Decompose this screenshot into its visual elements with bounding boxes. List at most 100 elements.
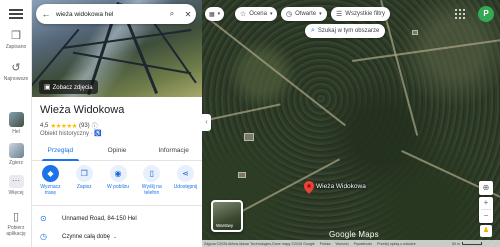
map-grid-icon: ▦ bbox=[209, 11, 215, 18]
place-title: Wieża Widokowa bbox=[40, 104, 125, 116]
filter-rating-label: Ocena bbox=[249, 11, 267, 17]
street-view-pegman-icon[interactable]: ♟ bbox=[480, 225, 492, 237]
place-thumbnail-zgierz bbox=[8, 143, 24, 158]
directions-icon: ◆ bbox=[42, 165, 59, 182]
rail-hel-label: Hel bbox=[12, 129, 20, 135]
tab-overview[interactable]: Przegląd bbox=[32, 143, 89, 161]
google-maps-logo: Google Maps bbox=[329, 230, 379, 239]
rail-get-app-label: Pobierz aplikację bbox=[6, 225, 26, 237]
save-button[interactable]: ❒ Zapisz bbox=[69, 165, 100, 196]
left-rail: ❒ Zapisano ↺ Najnowsze Hel Zgierz ⋯ Więc… bbox=[0, 0, 32, 247]
layers-label: Warstwy bbox=[216, 223, 234, 228]
clock-icon: ◷ bbox=[286, 11, 293, 18]
rail-recent-zgierz[interactable]: Zgierz bbox=[0, 143, 32, 166]
search-icon[interactable]: ⌕ bbox=[164, 9, 180, 19]
filter-all-label: Wszystkie filtry bbox=[345, 11, 385, 17]
search-this-area-button[interactable]: ⌕ Szukaj w tym obszarze bbox=[305, 24, 386, 38]
chevron-down-icon[interactable]: ⌄ bbox=[113, 234, 117, 240]
send-to-phone-label: Wyślij na telefon bbox=[141, 184, 162, 196]
rail-saved-label: Zapisano bbox=[5, 44, 27, 50]
send-to-phone-button[interactable]: ▯ Wyślij na telefon bbox=[136, 165, 167, 196]
history-icon: ↺ bbox=[11, 62, 21, 74]
avatar[interactable]: P bbox=[478, 6, 494, 22]
send-to-phone-icon: ▯ bbox=[143, 165, 161, 182]
place-panel: ▣ Zobacz zdjęcia Wieża Widokowa 4,5 ★★★★★… bbox=[32, 0, 202, 247]
attribution-text: Zdjęcia ©2026 Airbus,Maxar Technologies,… bbox=[204, 241, 315, 246]
close-icon[interactable]: ✕ bbox=[180, 10, 196, 19]
nearby-button[interactable]: ◉ W pobliżu bbox=[103, 165, 134, 196]
address-row[interactable]: ⊙ Unnamed Road, 84-150 Hel bbox=[40, 214, 137, 223]
location-pin-icon: ⊙ bbox=[40, 214, 47, 223]
rail-recent[interactable]: ↺ Najnowsze bbox=[0, 62, 32, 82]
zoom-in-button[interactable]: + bbox=[479, 197, 493, 209]
privacy-link[interactable]: Prywatność bbox=[354, 242, 373, 246]
bookmark-icon: ❒ bbox=[11, 30, 21, 42]
see-photos-label: Zobacz zdjęcia bbox=[52, 85, 93, 91]
rail-recent-label: Najnowsze bbox=[3, 76, 29, 82]
save-label: Zapisz bbox=[76, 184, 92, 190]
nearby-label: W pobliżu bbox=[107, 184, 129, 190]
filter-all[interactable]: ☰ Wszystkie filtry bbox=[331, 7, 390, 21]
rating-value: 4,5 bbox=[40, 122, 49, 129]
place-category[interactable]: Obiekt historyczny · ♿ bbox=[40, 130, 102, 137]
tab-reviews[interactable]: Opinie bbox=[89, 143, 146, 160]
rail-get-app[interactable]: ▯ Pobierz aplikację bbox=[0, 211, 32, 237]
search-this-area-label: Szukaj w tym obszarze bbox=[317, 28, 380, 34]
bookmark-icon: ❒ bbox=[75, 165, 93, 182]
directions-button[interactable]: ◆ Wyznacz trasę bbox=[35, 165, 66, 196]
chevron-down-icon: ▾ bbox=[319, 11, 322, 17]
location-target-icon: ⊕ bbox=[482, 183, 490, 192]
my-location-button[interactable]: ⊕ bbox=[479, 181, 493, 195]
hours-text: Czynne całą dobę bbox=[62, 233, 111, 240]
terms-link[interactable]: Warunki bbox=[336, 242, 349, 246]
hours-row[interactable]: ◷ Czynne całą dobę ⌄ bbox=[40, 232, 117, 241]
directions-label: Wyznacz trasę bbox=[40, 184, 61, 196]
map-scale[interactable]: 50 m bbox=[452, 240, 482, 247]
rating-stars: ★★★★★ bbox=[50, 122, 77, 130]
filter-open[interactable]: ◷ Otwarte ▾ bbox=[281, 7, 327, 21]
pin-label[interactable]: Wieża Widokowa bbox=[316, 183, 366, 190]
accessibility-icon[interactable]: ♿ bbox=[94, 131, 101, 137]
zoom-controls: + − bbox=[479, 197, 493, 223]
chevron-down-icon: ▾ bbox=[217, 11, 221, 17]
photo-icon: ▣ bbox=[44, 84, 51, 91]
review-count[interactable]: (93) bbox=[79, 123, 90, 129]
more-icon: ⋯ bbox=[8, 175, 24, 188]
place-thumbnail-hel bbox=[8, 112, 24, 127]
phone-icon: ▯ bbox=[12, 211, 20, 223]
scale-label: 50 m bbox=[452, 241, 460, 246]
place-actions: ◆ Wyznacz trasę ❒ Zapisz ◉ W pobliżu ▯ W… bbox=[35, 165, 201, 196]
back-arrow-icon[interactable]: ← bbox=[36, 9, 56, 19]
filter-open-label: Otwarte bbox=[295, 11, 317, 17]
star-icon: ☆ bbox=[240, 11, 247, 18]
feedback-link[interactable]: Prześlij opinię o usłudze bbox=[377, 242, 416, 246]
address-text: Unnamed Road, 84-150 Hel bbox=[62, 215, 137, 222]
country-link[interactable]: Polska bbox=[320, 242, 331, 246]
share-button[interactable]: ⋖ Udostępnij bbox=[170, 165, 201, 196]
share-label: Udostępnij bbox=[173, 184, 198, 190]
chevron-down-icon: ▾ bbox=[269, 11, 273, 17]
search-input[interactable]: wieża widokowa hel bbox=[56, 11, 164, 18]
zoom-out-button[interactable]: − bbox=[479, 210, 493, 222]
place-tabs: Przegląd Opinie Informacje bbox=[32, 143, 202, 161]
category-label: Obiekt historyczny bbox=[40, 131, 90, 137]
collapse-panel-button[interactable]: ‹ bbox=[202, 114, 211, 131]
divider bbox=[32, 205, 202, 206]
rail-saved[interactable]: ❒ Zapisano bbox=[0, 30, 32, 50]
nearby-icon: ◉ bbox=[109, 165, 127, 182]
map-pin-icon[interactable] bbox=[304, 181, 314, 194]
rail-zgierz-label: Zgierz bbox=[9, 160, 23, 166]
layers-button[interactable]: Warstwy bbox=[211, 200, 243, 232]
info-icon[interactable]: ⓘ bbox=[92, 121, 98, 130]
filter-rating[interactable]: ☆ Ocena ▾ bbox=[235, 7, 278, 21]
place-rating: 4,5 ★★★★★ (93) ⓘ bbox=[40, 121, 98, 131]
rail-more[interactable]: ⋯ Więcej bbox=[0, 175, 32, 196]
search-box[interactable]: ← wieża widokowa hel ⌕ ✕ bbox=[36, 4, 196, 24]
tab-about[interactable]: Informacje bbox=[145, 143, 202, 160]
rail-more-label: Więcej bbox=[8, 190, 24, 196]
map-type-button[interactable]: ▦ ▾ bbox=[205, 7, 225, 21]
menu-icon[interactable] bbox=[9, 9, 23, 19]
apps-grid-icon[interactable] bbox=[455, 9, 465, 19]
rail-recent-hel[interactable]: Hel bbox=[0, 112, 32, 135]
see-photos-button[interactable]: ▣ Zobacz zdjęcia bbox=[39, 80, 98, 94]
